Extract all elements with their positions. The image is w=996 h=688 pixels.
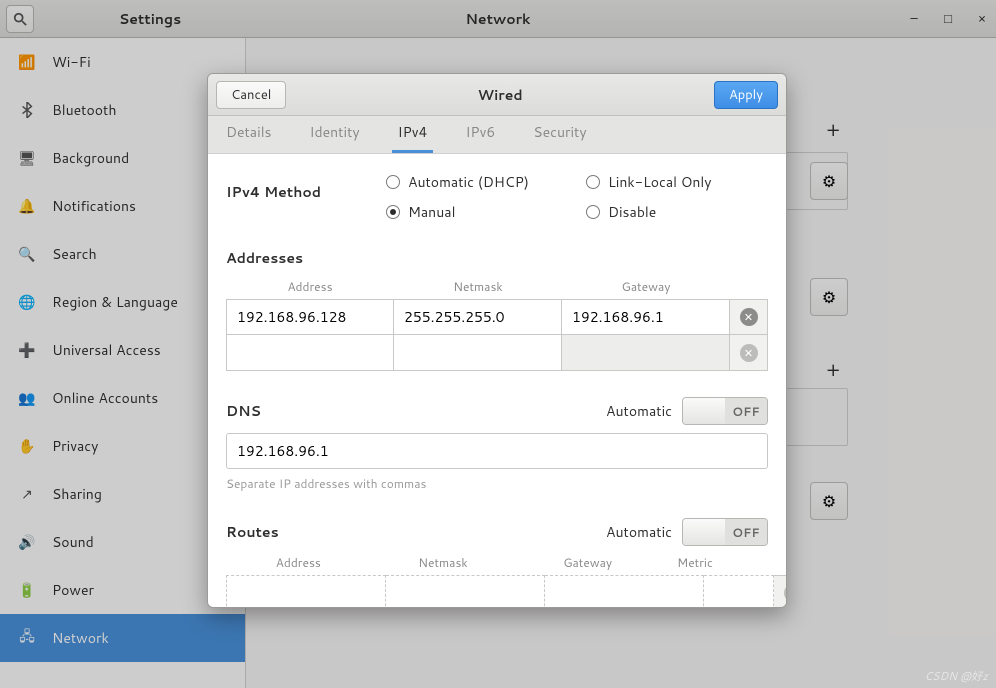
dns-automatic-switch[interactable]: OFF bbox=[682, 397, 768, 425]
tab-ipv4[interactable]: IPv4 bbox=[392, 122, 434, 153]
radio-label: Disable bbox=[608, 202, 656, 222]
col-netmask: Netmask bbox=[394, 278, 562, 295]
radio-label: Link-Local Only bbox=[608, 172, 712, 192]
radio-disable[interactable]: Disable bbox=[586, 202, 786, 222]
tab-details[interactable]: Details bbox=[220, 122, 278, 153]
dialog-header: Cancel Wired Apply bbox=[208, 74, 786, 116]
col-metric: Metric bbox=[660, 554, 730, 571]
close-icon: ✕ bbox=[784, 584, 787, 602]
switch-state: OFF bbox=[725, 398, 767, 424]
netmask-input[interactable] bbox=[394, 299, 562, 335]
netmask-input[interactable] bbox=[394, 335, 562, 371]
switch-state: OFF bbox=[725, 519, 767, 545]
close-icon: ✕ bbox=[740, 308, 758, 326]
radio-label: Automatic (DHCP) bbox=[408, 172, 529, 192]
address-row: ✕ bbox=[226, 299, 768, 335]
tab-security[interactable]: Security bbox=[527, 122, 592, 153]
address-input[interactable] bbox=[226, 299, 394, 335]
col-gateway: Gateway bbox=[562, 278, 730, 295]
radio-manual[interactable]: Manual bbox=[386, 202, 586, 222]
route-netmask-input[interactable] bbox=[386, 575, 545, 607]
cancel-button[interactable]: Cancel bbox=[216, 81, 286, 109]
col-address: Address bbox=[226, 278, 394, 295]
route-address-input[interactable] bbox=[226, 575, 386, 607]
tab-ipv6[interactable]: IPv6 bbox=[459, 122, 501, 153]
watermark: CSDN @好z bbox=[924, 668, 988, 684]
dialog-tabs: Details Identity IPv4 IPv6 Security bbox=[208, 116, 786, 154]
routes-title: Routes bbox=[226, 522, 279, 542]
delete-address-button[interactable]: ✕ bbox=[730, 299, 768, 335]
dialog-title: Wired bbox=[478, 85, 523, 105]
radio-label: Manual bbox=[408, 202, 455, 222]
address-input[interactable] bbox=[226, 335, 394, 371]
dns-title: DNS bbox=[226, 401, 261, 421]
apply-button[interactable]: Apply bbox=[714, 81, 778, 109]
radio-link-local[interactable]: Link-Local Only bbox=[586, 172, 786, 192]
addresses-title: Addresses bbox=[226, 248, 768, 268]
col-netmask: Netmask bbox=[371, 554, 516, 571]
route-row: ✕ bbox=[226, 575, 768, 607]
address-row: ✕ bbox=[226, 335, 768, 371]
route-gateway-input[interactable] bbox=[545, 575, 704, 607]
col-gateway: Gateway bbox=[515, 554, 660, 571]
tab-identity[interactable]: Identity bbox=[304, 122, 366, 153]
routes-automatic-switch[interactable]: OFF bbox=[682, 518, 768, 546]
gateway-input[interactable] bbox=[562, 335, 730, 371]
dns-automatic-label: Automatic bbox=[606, 401, 672, 421]
delete-route-button[interactable]: ✕ bbox=[774, 575, 786, 607]
ipv4-method-label: IPv4 Method bbox=[226, 182, 386, 202]
close-icon: ✕ bbox=[740, 344, 758, 362]
col-address: Address bbox=[226, 554, 371, 571]
gateway-input[interactable] bbox=[562, 299, 730, 335]
routes-automatic-label: Automatic bbox=[606, 522, 672, 542]
delete-address-button[interactable]: ✕ bbox=[730, 335, 768, 371]
dns-hint: Separate IP addresses with commas bbox=[226, 475, 768, 492]
radio-automatic-dhcp[interactable]: Automatic (DHCP) bbox=[386, 172, 586, 192]
dialog-body: IPv4 Method Automatic (DHCP) Link-Local … bbox=[208, 154, 786, 607]
dns-input[interactable] bbox=[226, 433, 768, 469]
wired-settings-dialog: Cancel Wired Apply DetailsIdentityIPv4IP… bbox=[207, 73, 787, 608]
route-metric-input[interactable] bbox=[704, 575, 774, 607]
